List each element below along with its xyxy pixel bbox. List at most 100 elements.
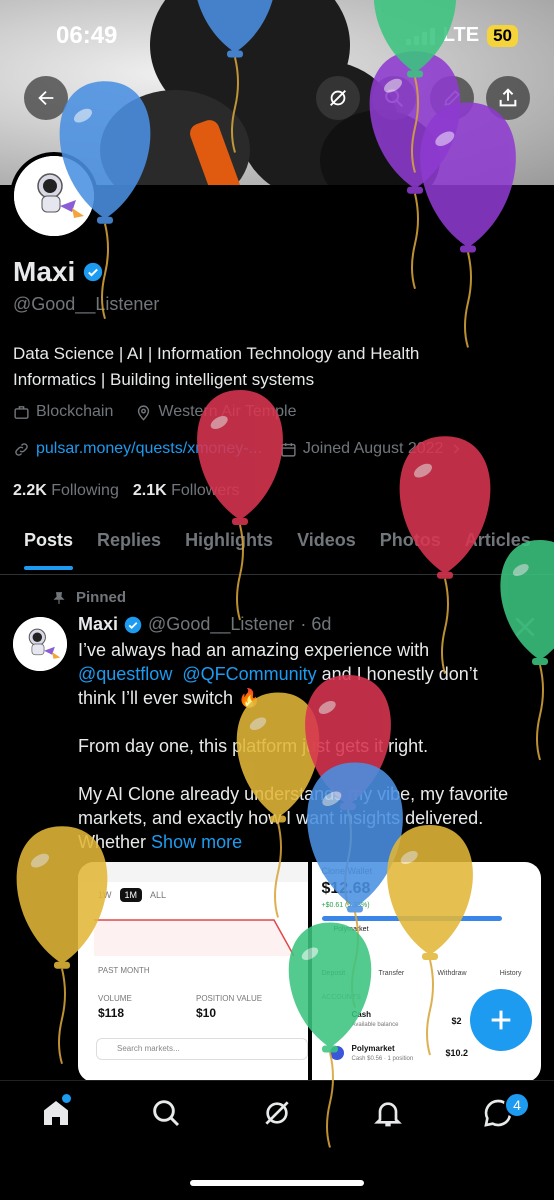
profile-avatar[interactable] (10, 152, 98, 240)
notifications-icon[interactable] (372, 1097, 404, 1129)
briefcase-icon (14, 405, 29, 419)
bio-line: Data Science | AI | Information Technolo… (13, 344, 420, 363)
arrow-left-icon (38, 90, 54, 106)
profile-link[interactable]: pulsar.money/quests/xmoney-... (13, 440, 262, 458)
balloon (197, 390, 283, 621)
bio-line: Informatics | Building intelligent syste… (13, 370, 315, 389)
market-search-input[interactable]: Search markets... (96, 1038, 308, 1060)
home-unread-dot (62, 1094, 71, 1103)
location-pin-icon (138, 404, 150, 421)
past-month-label: PAST MONTH (98, 966, 150, 975)
post-media[interactable]: 1W 1M ALL PAST MONTH VOLUME $118 POSITIO… (78, 862, 541, 1082)
mention-link[interactable]: @QFCommunity (182, 664, 316, 684)
wallet-progress-bar (321, 916, 502, 921)
cash-label: Cash (351, 1010, 372, 1019)
wallet-balance: $12.68 (321, 880, 371, 897)
accounts-label: ACCOUNTS (321, 994, 361, 1001)
x-logo-icon (515, 617, 535, 637)
show-more-link[interactable]: Show more (151, 832, 242, 852)
follow-stats: 2.2K Following 2.1K Followers (13, 482, 240, 500)
following-label: Following (51, 482, 119, 499)
tab-articles[interactable]: Articles (465, 522, 531, 574)
profile-name-row: Maxi (13, 256, 103, 288)
battery-level: 50 (487, 24, 518, 47)
profile-category: Blockchain (13, 403, 113, 421)
search-icon[interactable] (150, 1097, 182, 1129)
pin-icon (53, 591, 65, 604)
calendar-icon (281, 442, 296, 457)
polymarket-logo-icon (329, 1046, 344, 1060)
volume-value: $118 (98, 1006, 125, 1020)
profile-joined: Joined August 2022 (280, 440, 464, 458)
tab-videos[interactable]: Videos (297, 522, 356, 574)
post-author-handle[interactable]: @Good__Listener (148, 614, 294, 635)
wallet-change: +$0.61 (5.33%) (321, 902, 370, 909)
post-author-name[interactable]: Maxi (78, 614, 118, 635)
post-spacer (78, 710, 538, 734)
cash-value: $2 (451, 1016, 462, 1026)
range-all[interactable]: ALL (150, 890, 166, 900)
followers-count: 2.1K (132, 482, 167, 499)
grok-icon[interactable] (261, 1097, 293, 1129)
astronaut-avatar-image (14, 156, 94, 236)
wallet-title: Clone Wallet (321, 866, 373, 876)
grok-button[interactable] (316, 76, 360, 120)
history-button[interactable]: History (500, 970, 522, 977)
search-placeholder: Search markets... (117, 1044, 180, 1053)
search-icon (385, 89, 403, 107)
polymarket-sub: Cash $0.56 · 1 position (351, 1056, 414, 1062)
pencil-icon (444, 90, 460, 106)
profile-bio: Data Science | AI | Information Technolo… (13, 341, 533, 393)
edit-button[interactable] (430, 76, 474, 120)
withdraw-button[interactable]: Withdraw (437, 970, 466, 977)
post-line: From day one, this platform just gets it… (78, 736, 429, 756)
back-button[interactable] (24, 76, 68, 120)
post-text: I’ve always had an amazing experience wi… (78, 638, 538, 854)
followers-link[interactable]: 2.1K Followers (133, 482, 240, 500)
followers-label: Followers (171, 482, 240, 499)
post-age: · 6d (300, 614, 332, 634)
search-button[interactable] (372, 76, 416, 120)
media-image-portfolio[interactable]: 1W 1M ALL PAST MONTH VOLUME $118 POSITIO… (78, 862, 308, 1082)
joined-label: Joined August 2022 (302, 440, 444, 457)
polymarket-label: Polymarket (351, 1044, 395, 1053)
cash-sub: Available balance (351, 1022, 399, 1028)
network-label: LTE (442, 24, 480, 46)
post-header: Maxi @Good__Listener · 6d (78, 614, 331, 635)
link-icon (15, 442, 28, 456)
profile-location: Western Air Temple (135, 403, 297, 421)
tab-highlights[interactable]: Highlights (185, 522, 273, 574)
deposit-button[interactable]: Deposit (322, 970, 346, 977)
compose-post-button[interactable] (470, 989, 532, 1051)
post-spacer (78, 758, 538, 782)
wallet-actions: Deposit Transfer Withdraw History (322, 970, 522, 977)
position-value: $10 (196, 1006, 217, 1020)
location-label: Western Air Temple (158, 403, 297, 420)
mention-link[interactable]: @questflow (78, 664, 172, 684)
tab-posts[interactable]: Posts (24, 522, 74, 574)
messages-badge: 4 (504, 1092, 530, 1118)
pinned-label: Pinned (76, 589, 127, 606)
category-label: Blockchain (36, 403, 114, 420)
status-time: 06:49 (56, 22, 118, 49)
post-line: @questflow @QFCommunity and I honestly d… (78, 662, 538, 686)
transfer-button[interactable]: Transfer (378, 970, 404, 977)
range-1m[interactable]: 1M (119, 888, 143, 902)
portfolio-line-chart (94, 919, 294, 957)
chevron-right-icon (454, 444, 460, 454)
link-label[interactable]: pulsar.money/quests/xmoney-... (36, 440, 262, 458)
verified-badge-icon (124, 616, 142, 633)
status-indicators: LTE 50 (405, 24, 518, 47)
share-button[interactable] (486, 76, 530, 120)
post-line: My AI Clone already understands my vibe,… (78, 784, 509, 804)
post-author-avatar[interactable] (13, 617, 67, 671)
following-link[interactable]: 2.2K Following (13, 482, 119, 500)
astronaut-avatar-image (13, 617, 67, 671)
range-selector: 1W 1M ALL (98, 888, 166, 902)
post-line: think I’ll ever switch 🔥 (78, 688, 261, 708)
polymarket-value: $10.2 (445, 1048, 469, 1058)
range-1w[interactable]: 1W (98, 890, 112, 900)
tab-replies[interactable]: Replies (97, 522, 161, 574)
home-indicator (190, 1180, 364, 1186)
tab-photos[interactable]: Photos (380, 522, 441, 574)
